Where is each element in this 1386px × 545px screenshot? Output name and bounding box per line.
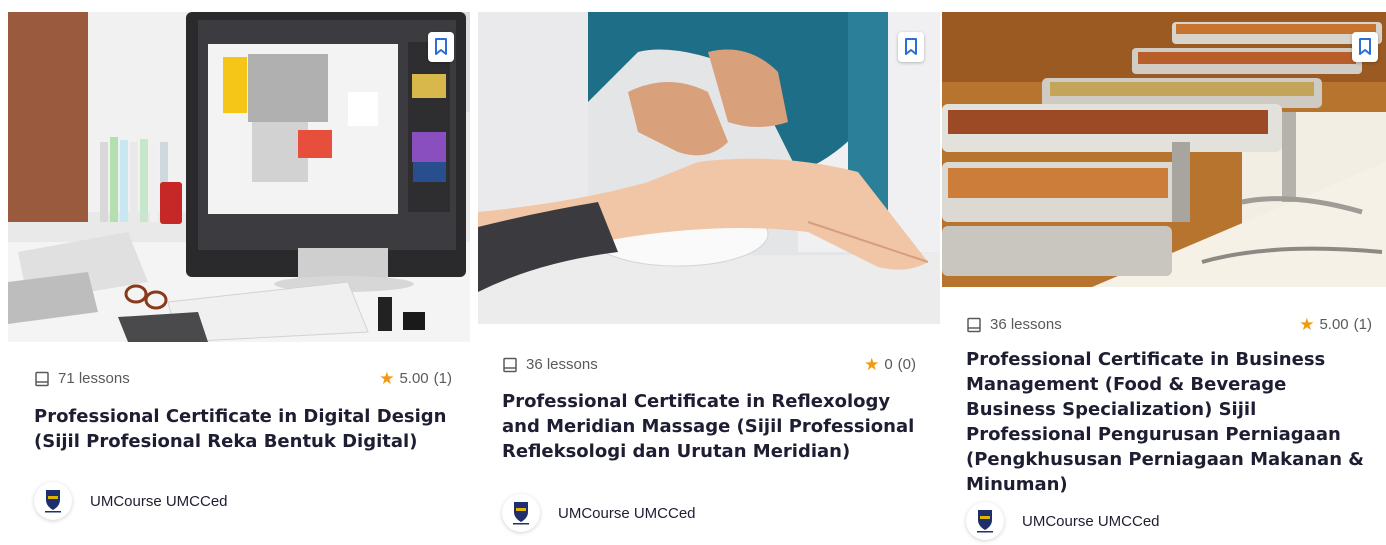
course-author[interactable]: UMCourse UMCCed bbox=[34, 482, 228, 520]
rating-value: 5.00 bbox=[1319, 316, 1349, 333]
rating-value: 5.00 bbox=[399, 370, 429, 387]
university-crest-icon bbox=[977, 510, 993, 533]
lessons-label: 36 lessons bbox=[526, 356, 598, 373]
rating-value: 0 bbox=[884, 356, 893, 373]
lessons-label: 36 lessons bbox=[990, 316, 1062, 333]
lessons-count: 36 lessons bbox=[502, 356, 598, 373]
course-title[interactable]: Professional Certificate in Digital Desi… bbox=[34, 404, 454, 454]
bookmark-icon bbox=[905, 38, 917, 55]
rating: ★ 5.00 (1) bbox=[1299, 316, 1372, 333]
lessons-count: 36 lessons bbox=[966, 316, 1062, 333]
book-icon bbox=[35, 371, 49, 386]
course-thumbnail[interactable] bbox=[8, 12, 470, 342]
course-card-2[interactable]: 36 lessons ★ 0 (0) Professional Certific… bbox=[478, 12, 940, 542]
rating-count: (1) bbox=[1353, 316, 1372, 333]
bookmark-icon bbox=[1359, 38, 1371, 55]
book-icon bbox=[967, 317, 981, 332]
bookmark-icon bbox=[435, 38, 447, 55]
avatar bbox=[502, 494, 540, 532]
rating: ★ 0 (0) bbox=[864, 356, 916, 373]
course-author[interactable]: UMCourse UMCCed bbox=[502, 494, 696, 532]
star-icon: ★ bbox=[1299, 315, 1315, 334]
avatar bbox=[34, 482, 72, 520]
rating-count: (0) bbox=[897, 356, 916, 373]
university-crest-icon bbox=[513, 502, 529, 525]
course-thumbnail[interactable] bbox=[942, 12, 1386, 287]
course-card-3[interactable]: 36 lessons ★ 5.00 (1) Professional Certi… bbox=[942, 12, 1386, 542]
bookmark-button[interactable] bbox=[1352, 32, 1378, 62]
book-icon bbox=[503, 357, 517, 372]
course-card-1[interactable]: 71 lessons ★ 5.00 (1) Professional Certi… bbox=[8, 12, 470, 542]
avatar bbox=[966, 502, 1004, 540]
course-thumbnail[interactable] bbox=[478, 12, 940, 324]
author-name[interactable]: UMCourse UMCCed bbox=[90, 493, 228, 510]
course-meta: 71 lessons ★ 5.00 (1) bbox=[34, 370, 452, 387]
author-name[interactable]: UMCourse UMCCed bbox=[1022, 513, 1160, 530]
rating: ★ 5.00 (1) bbox=[379, 370, 452, 387]
author-name[interactable]: UMCourse UMCCed bbox=[558, 505, 696, 522]
star-icon: ★ bbox=[864, 355, 880, 374]
university-crest-icon bbox=[45, 490, 61, 513]
course-meta: 36 lessons ★ 0 (0) bbox=[502, 356, 916, 373]
bookmark-button[interactable] bbox=[898, 32, 924, 62]
course-meta: 36 lessons ★ 5.00 (1) bbox=[966, 316, 1372, 333]
course-title[interactable]: Professional Certificate in Reflexology … bbox=[502, 389, 927, 464]
bookmark-button[interactable] bbox=[428, 32, 454, 62]
course-title[interactable]: Professional Certificate in Business Man… bbox=[966, 347, 1378, 497]
lessons-count: 71 lessons bbox=[34, 370, 130, 387]
lessons-label: 71 lessons bbox=[58, 370, 130, 387]
star-icon: ★ bbox=[379, 369, 395, 388]
course-author[interactable]: UMCourse UMCCed bbox=[966, 502, 1160, 540]
rating-count: (1) bbox=[433, 370, 452, 387]
